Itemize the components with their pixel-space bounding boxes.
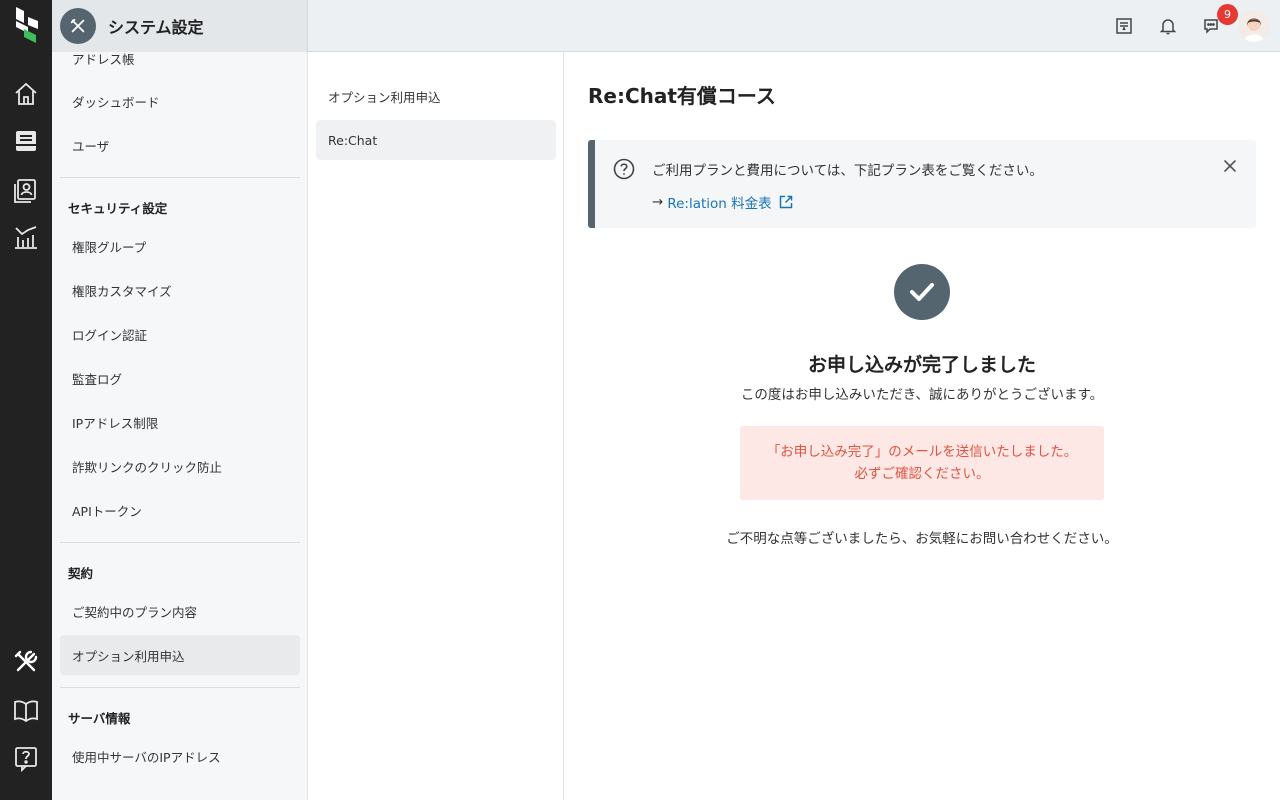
question-circle-icon [613, 158, 635, 180]
sidebar-divider [60, 687, 300, 688]
subnav-item-rechat[interactable]: Re:Chat [316, 120, 556, 160]
sidebar-item-option-application[interactable]: オプション利用申込 [60, 635, 300, 675]
help-icon [15, 747, 37, 772]
sidebar-item-users[interactable]: ユーザ [60, 125, 300, 165]
sidebar-item-current-plan[interactable]: ご契約中のプラン内容 [60, 591, 300, 631]
sidebar-heading-security: セキュリティ設定 [68, 201, 168, 216]
sidebar-divider [60, 177, 300, 178]
sidebar-item-phishing-prevention[interactable]: 詐欺リンクのクリック防止 [60, 446, 300, 486]
sidebar-item-audit-log[interactable]: 監査ログ [60, 358, 300, 398]
inquiry-message: ご不明な点等ございましたら、お気軽にお問い合わせください。 [726, 531, 1118, 547]
header-notification-button[interactable] [1155, 13, 1181, 39]
pricing-table-link[interactable]: Re:lation 料金表 [667, 192, 771, 212]
inbox-icon [16, 131, 36, 151]
rail-help-button[interactable] [0, 736, 52, 780]
sidebar-item-ip-restriction[interactable]: IPアドレス制限 [60, 402, 300, 442]
mail-sent-notice: 「お申し込み完了」のメールを送信いたしました。 必ずご確認ください。 [740, 426, 1104, 500]
logo-icon [16, 7, 38, 43]
header-contract-button[interactable] [1111, 13, 1137, 39]
tools-icon [14, 650, 38, 672]
home-icon [15, 82, 37, 105]
main-content: Re:Chat有償コース ご利用プランと費用については、下記プラン表をご覧くださ… [564, 52, 1280, 800]
manual-book-icon [14, 700, 38, 723]
rail-address-book-button[interactable] [0, 167, 52, 211]
option-subnav: オプション利用申込 Re:Chat [308, 52, 564, 800]
success-check-icon [894, 264, 950, 320]
sidebar-item-dashboard[interactable]: ダッシュボード [60, 81, 300, 121]
page-title: Re:Chat有償コース [588, 84, 776, 108]
completion-message: この度はお申し込みいただき、誠にありがとうございます。 [740, 387, 1104, 403]
plan-info-text: ご利用プランと費用については、下記プラン表をご覧ください。 [652, 163, 1043, 179]
rail-tools-button[interactable] [0, 640, 52, 684]
header-title-area: システム設定 [52, 0, 308, 52]
settings-sidebar: アドレス帳 ダッシュボード ユーザ セキュリティ設定 権限グループ 権限カスタマ… [52, 52, 308, 800]
avatar-image [1238, 10, 1270, 42]
external-link-icon[interactable] [778, 194, 794, 210]
header-title: システム設定 [108, 18, 204, 37]
mail-notice-line2: 必ずご確認ください。 [854, 466, 990, 482]
contract-icon [1116, 18, 1132, 34]
rail-manual-button[interactable] [0, 688, 52, 732]
notification-badge: 9 [1217, 4, 1238, 25]
rail-inbox-button[interactable] [0, 119, 52, 163]
sidebar-item-server-ip[interactable]: 使用中サーバのIPアドレス [60, 736, 300, 776]
analytics-icon [15, 226, 37, 249]
sidebar-divider [60, 542, 300, 543]
sidebar-heading-contract: 契約 [68, 566, 94, 581]
top-header: システム設定 [52, 0, 1280, 52]
rail-analytics-button[interactable] [0, 215, 52, 259]
sidebar-item-address-book[interactable]: アドレス帳 [60, 52, 300, 78]
plan-info-box: ご利用プランと費用については、下記プラン表をご覧ください。 → Re:latio… [588, 140, 1256, 228]
sidebar-item-api-token[interactable]: APIトークン [60, 490, 300, 530]
sidebar-item-login-auth[interactable]: ログイン認証 [60, 314, 300, 354]
address-book-icon [14, 179, 36, 203]
bell-icon [1159, 19, 1177, 35]
subnav-item-option-application[interactable]: オプション利用申込 [316, 76, 556, 116]
sidebar-item-permission-customize[interactable]: 権限カスタマイズ [60, 270, 300, 310]
sidebar-item-permission-groups[interactable]: 権限グループ [60, 226, 300, 266]
arrow-text: → [652, 194, 664, 210]
app-logo[interactable] [12, 7, 40, 45]
sidebar-heading-server: サーバ情報 [68, 711, 131, 726]
rail-home-button[interactable] [0, 72, 52, 116]
close-icon[interactable] [1220, 156, 1240, 176]
app-rail [0, 0, 52, 800]
plan-info-link-row: → Re:lation 料金表 [652, 192, 794, 212]
mail-notice-line1: 「お申し込み完了」のメールを送信いたしました。 [766, 444, 1078, 460]
user-avatar[interactable] [1238, 10, 1270, 42]
completion-title: お申し込みが完了しました [807, 354, 1036, 376]
settings-tools-icon [60, 8, 96, 44]
